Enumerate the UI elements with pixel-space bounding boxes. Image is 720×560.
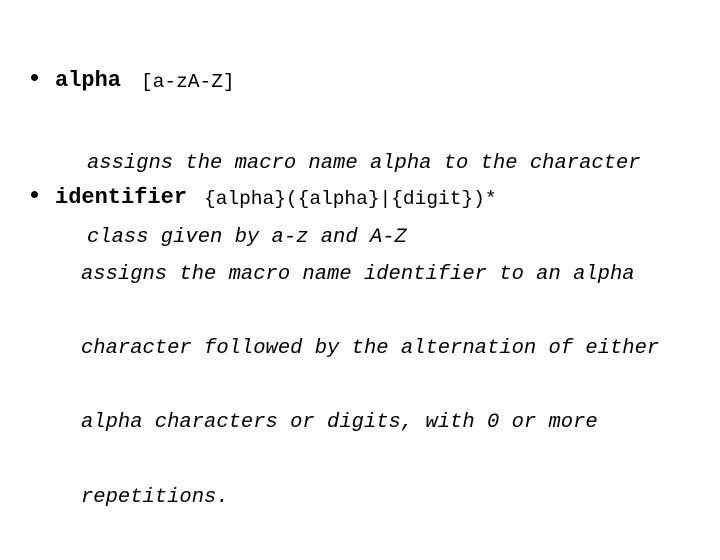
bullet-heading: identifier {alpha}({alpha}|{digit})* — [0, 185, 720, 213]
macro-term: alpha — [55, 68, 122, 93]
bullet-item-identifier: identifier {alpha}({alpha}|{digit})* ass… — [0, 185, 720, 509]
bullet-dot-icon — [31, 74, 38, 81]
macro-description: assigns the macro name identifier to an … — [81, 213, 671, 560]
bullet-heading: alpha [a-zA-Z] — [0, 68, 720, 96]
description-line: alpha characters or digits, with 0 or mo… — [81, 411, 598, 435]
macro-term: identifier — [55, 185, 188, 210]
description-line: assigns the macro name identifier to an … — [81, 262, 635, 286]
description-line: assigns the macro name alpha to the char… — [87, 151, 641, 175]
bullet-item-alpha: alpha [a-zA-Z] assigns the macro name al… — [0, 68, 720, 249]
description-line: repetitions. — [81, 485, 229, 509]
slide-canvas: alpha [a-zA-Z] assigns the macro name al… — [0, 0, 720, 540]
bullet-dot-icon — [31, 191, 38, 198]
macro-pattern: [a-zA-Z] — [141, 71, 235, 93]
macro-pattern: {alpha}({alpha}|{digit})* — [204, 188, 497, 210]
description-line: character followed by the alternation of… — [81, 336, 660, 360]
